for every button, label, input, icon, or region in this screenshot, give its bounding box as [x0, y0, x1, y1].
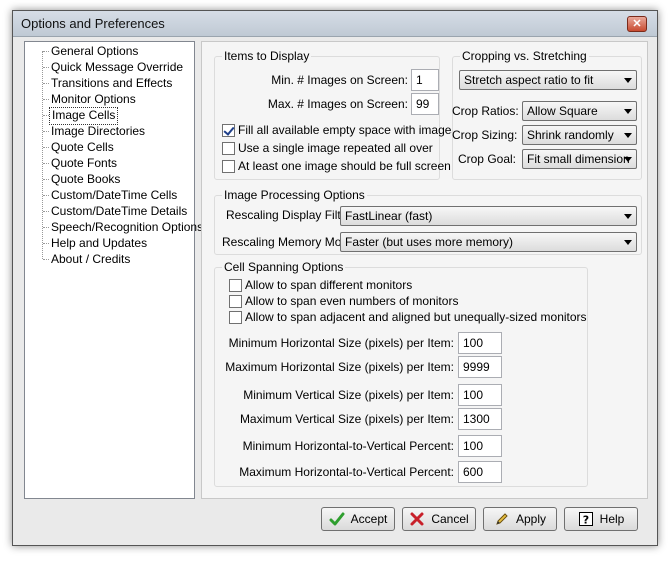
max-hv-percent-label: Maximum Horizontal-to-Vertical Percent:: [239, 465, 454, 479]
tree-item-custom-datetime-cells[interactable]: Custom/DateTime Cells: [49, 187, 179, 203]
max-vertical-size-input[interactable]: 1300: [458, 408, 502, 430]
chevron-down-icon: [624, 214, 632, 219]
max-horizontal-size-label: Maximum Horizontal Size (pixels) per Ite…: [225, 360, 454, 374]
span-different-monitors-label: Allow to span different monitors: [245, 278, 413, 292]
tree-item-transitions-effects[interactable]: Transitions and Effects: [49, 75, 174, 91]
single-image-repeated-label: Use a single image repeated all over: [238, 141, 433, 155]
checkmark-icon: [329, 511, 345, 527]
rescaling-filter-dropdown[interactable]: FastLinear (fast): [340, 206, 637, 226]
chevron-down-icon: [624, 133, 632, 138]
crop-ratios-value: Allow Square: [527, 104, 598, 118]
min-hv-percent-label: Minimum Horizontal-to-Vertical Percent:: [242, 439, 454, 453]
cancel-label: Cancel: [431, 512, 469, 526]
svg-text:?: ?: [582, 514, 588, 527]
red-x-icon: [409, 511, 425, 527]
min-hv-percent-input[interactable]: 100: [458, 435, 502, 457]
pencil-icon: [494, 511, 510, 527]
rescaling-memory-label: Rescaling Memory Mode: [222, 235, 355, 249]
help-button[interactable]: ? Help: [564, 507, 638, 531]
options-window: Options and Preferences ✕ General Option…: [12, 10, 658, 546]
span-unequal-monitors-checkbox[interactable]: [229, 311, 242, 324]
min-horizontal-size-input[interactable]: 100: [458, 332, 502, 354]
rescaling-filter-value: FastLinear (fast): [345, 209, 433, 223]
tree-item-quote-fonts[interactable]: Quote Fonts: [49, 155, 119, 171]
one-full-screen-checkbox[interactable]: [222, 160, 235, 173]
fill-empty-space-label: Fill all available empty space with imag…: [238, 123, 458, 137]
min-vertical-size-label: Minimum Vertical Size (pixels) per Item:: [243, 388, 454, 402]
image-processing-title: Image Processing Options: [222, 188, 367, 202]
tree-item-general-options[interactable]: General Options: [49, 43, 140, 59]
tree-item-help-updates[interactable]: Help and Updates: [49, 235, 149, 251]
max-images-label: Max. # Images on Screen:: [267, 97, 408, 111]
rescaling-memory-value: Faster (but uses more memory): [345, 235, 514, 249]
accept-label: Accept: [350, 512, 388, 526]
tree-item-speech-recognition[interactable]: Speech/Recognition Options: [49, 219, 205, 235]
cancel-button[interactable]: Cancel: [402, 507, 476, 531]
cropping-title: Cropping vs. Stretching: [460, 49, 589, 63]
accept-button[interactable]: Accept: [321, 507, 395, 531]
min-images-input[interactable]: 1: [411, 69, 439, 91]
max-hv-percent-input[interactable]: 600: [458, 461, 502, 483]
crop-goal-value: Fit small dimension: [527, 152, 630, 166]
span-unequal-monitors-label: Allow to span adjacent and aligned but u…: [245, 310, 587, 324]
tree-item-custom-datetime-details[interactable]: Custom/DateTime Details: [49, 203, 189, 219]
crop-goal-dropdown[interactable]: Fit small dimension: [522, 149, 637, 169]
tree-item-monitor-options[interactable]: Monitor Options: [49, 91, 138, 107]
span-even-monitors-label: Allow to span even numbers of monitors: [245, 294, 459, 308]
chevron-down-icon: [624, 157, 632, 162]
items-to-display-title: Items to Display: [222, 49, 312, 63]
crop-sizing-dropdown[interactable]: Shrink randomly: [522, 125, 637, 145]
cell-spanning-title: Cell Spanning Options: [222, 260, 346, 274]
tree-item-quote-cells[interactable]: Quote Cells: [49, 139, 116, 155]
crop-goal-label: Crop Goal:: [457, 152, 516, 166]
span-even-monitors-checkbox[interactable]: [229, 295, 242, 308]
rescaling-memory-dropdown[interactable]: Faster (but uses more memory): [340, 232, 637, 252]
apply-label: Apply: [515, 512, 547, 526]
min-horizontal-size-label: Minimum Horizontal Size (pixels) per Ite…: [228, 336, 454, 350]
chevron-down-icon: [624, 78, 632, 83]
crop-mode-value: Stretch aspect ratio to fit: [464, 73, 594, 87]
rescaling-filter-label: Rescaling Display Filter: [226, 208, 352, 222]
close-button[interactable]: ✕: [627, 16, 647, 32]
one-full-screen-label: At least one image should be full screen: [238, 159, 451, 173]
chevron-down-icon: [624, 240, 632, 245]
crop-ratios-dropdown[interactable]: Allow Square: [522, 101, 637, 121]
crop-ratios-label: Crop Ratios:: [452, 104, 519, 118]
options-tree: General Options Quick Message Override T…: [24, 41, 203, 499]
tree-item-quick-message-override[interactable]: Quick Message Override: [49, 59, 185, 75]
help-question-icon: ?: [578, 511, 594, 527]
span-different-monitors-checkbox[interactable]: [229, 279, 242, 292]
window-title: Options and Preferences: [21, 16, 165, 31]
fill-empty-space-checkbox[interactable]: [222, 124, 235, 137]
min-vertical-size-input[interactable]: 100: [458, 384, 502, 406]
crop-sizing-label: Crop Sizing:: [452, 128, 518, 142]
tree-item-image-directories[interactable]: Image Directories: [49, 123, 147, 139]
title-bar[interactable]: Options and Preferences ✕: [13, 11, 657, 37]
min-images-label: Min. # Images on Screen:: [271, 73, 408, 87]
max-images-input[interactable]: 99: [411, 93, 439, 115]
max-horizontal-size-input[interactable]: 9999: [458, 356, 502, 378]
image-cells-panel: Items to Display Min. # Images on Screen…: [201, 41, 648, 499]
tree-item-quote-books[interactable]: Quote Books: [49, 171, 122, 187]
close-icon: ✕: [632, 18, 642, 30]
tree-item-about-credits[interactable]: About / Credits: [49, 251, 132, 267]
crop-sizing-value: Shrink randomly: [527, 128, 614, 142]
crop-mode-dropdown[interactable]: Stretch aspect ratio to fit: [459, 70, 637, 90]
apply-button[interactable]: Apply: [483, 507, 557, 531]
chevron-down-icon: [624, 109, 632, 114]
max-vertical-size-label: Maximum Vertical Size (pixels) per Item:: [239, 412, 454, 426]
single-image-repeated-checkbox[interactable]: [222, 142, 235, 155]
help-label: Help: [599, 512, 625, 526]
